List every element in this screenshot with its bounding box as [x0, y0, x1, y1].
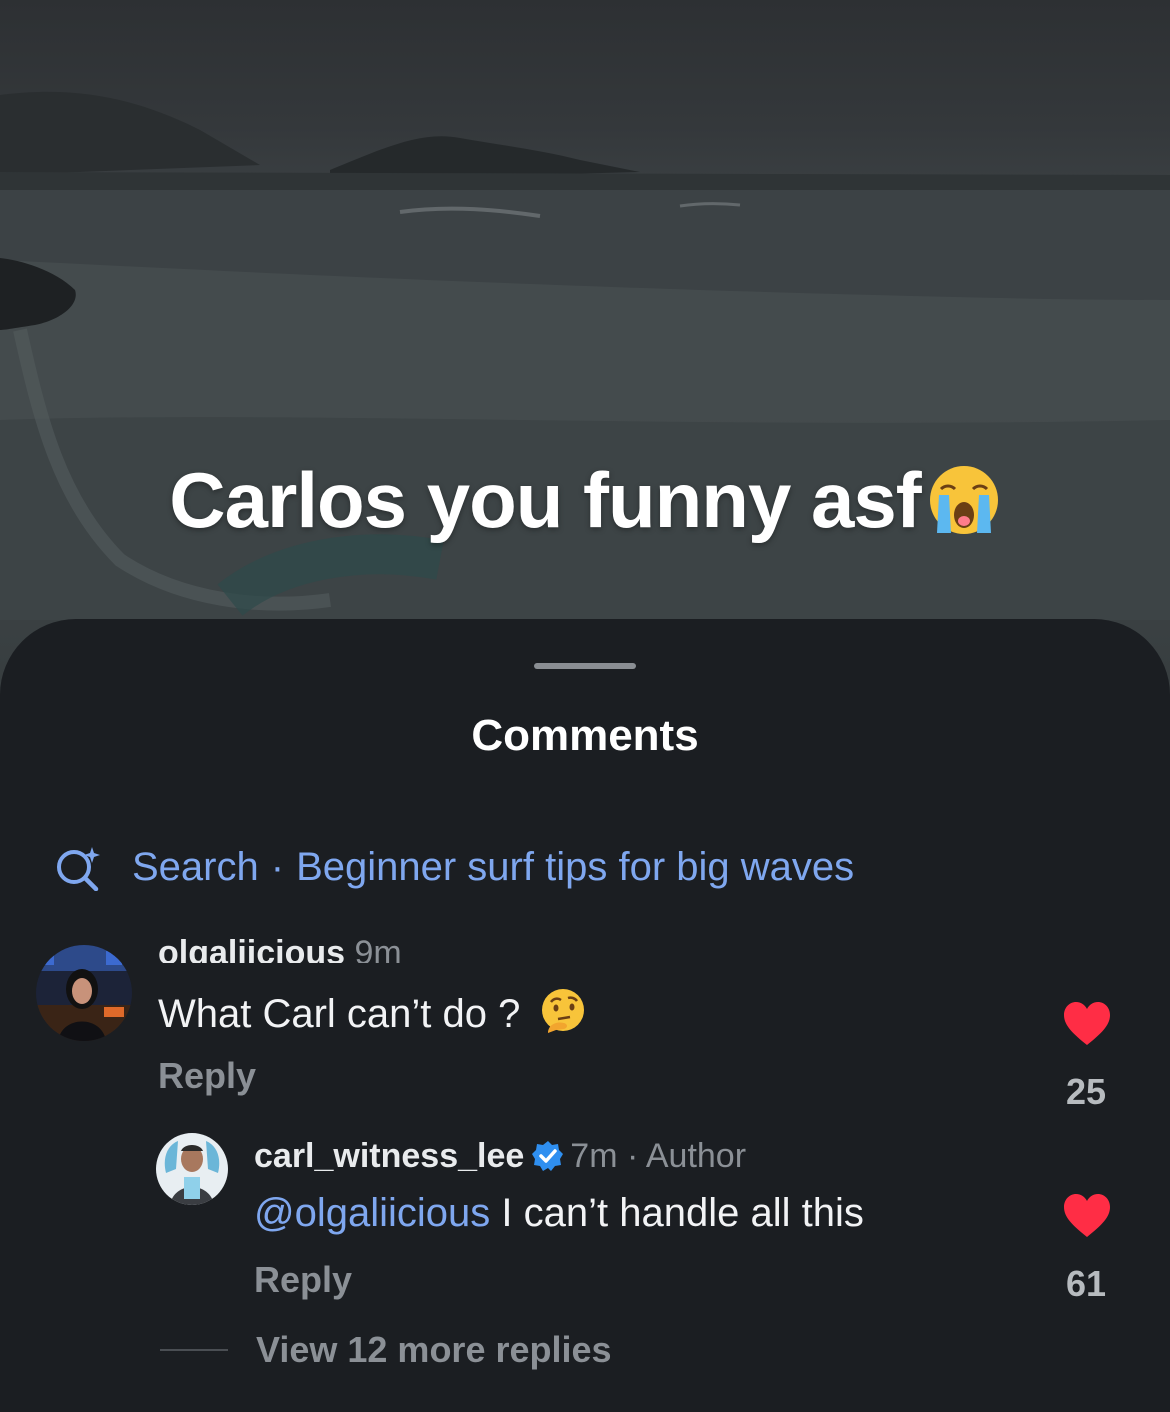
reply-button[interactable]: Reply: [158, 1055, 256, 1097]
reply-mention-link[interactable]: @olgaliicious: [254, 1191, 490, 1235]
ocean-scene-image: [0, 91, 1170, 620]
caption-text: Carlos you funny asf: [169, 456, 921, 544]
reply-text: I can’t handle all this: [490, 1191, 864, 1235]
sheet-grabber-handle[interactable]: [534, 663, 636, 669]
reply-button[interactable]: Reply: [254, 1259, 352, 1301]
sheet-title: Comments: [471, 711, 699, 760]
verified-badge-icon: [532, 1141, 564, 1171]
reply-header: carl_witness_lee 7m · Author: [254, 1137, 746, 1176]
thread-divider-line: [160, 1349, 228, 1351]
search-separator: ·: [270, 844, 285, 889]
reply-username[interactable]: carl_witness_lee: [254, 1137, 524, 1175]
view-more-replies-button[interactable]: View 12 more replies: [160, 1329, 612, 1371]
comment-username[interactable]: olgaliicious: [158, 934, 345, 963]
like-count: 25: [1065, 1071, 1107, 1112]
loudly-crying-face-emoji-icon: [927, 463, 1001, 537]
like-heart-icon[interactable]: [1062, 1193, 1112, 1239]
comment-text-row: What Carl can’t do ?: [158, 987, 588, 1037]
avatar[interactable]: [36, 945, 132, 1041]
comment-time: 9m: [354, 934, 402, 963]
comment-text: What Carl can’t do ?: [158, 992, 521, 1036]
comments-sheet: Comments Search · Beginner surf tips for…: [0, 619, 1170, 1412]
video-background[interactable]: Carlos you funny asf: [0, 0, 1170, 700]
reply-text-row: @olgaliicious I can’t handle all this: [254, 1191, 864, 1236]
view-more-replies-label: View 12 more replies: [256, 1329, 612, 1370]
like-heart-icon[interactable]: [1062, 1001, 1112, 1047]
reply-time-author: 7m · Author: [570, 1137, 747, 1175]
search-suggestion-link[interactable]: Search · Beginner surf tips for big wave…: [54, 841, 854, 893]
search-suggestion-text: Beginner surf tips for big waves: [296, 844, 855, 889]
video-caption: Carlos you funny asf: [0, 455, 1170, 546]
search-label: Search: [132, 844, 259, 889]
sparkle-search-icon: [57, 847, 100, 891]
thinking-face-emoji-icon: [541, 989, 584, 1033]
like-count: 61: [1065, 1263, 1107, 1304]
app-screen: Carlos you funny asf Comments Search · B…: [0, 0, 1170, 1412]
avatar[interactable]: [156, 1133, 228, 1205]
